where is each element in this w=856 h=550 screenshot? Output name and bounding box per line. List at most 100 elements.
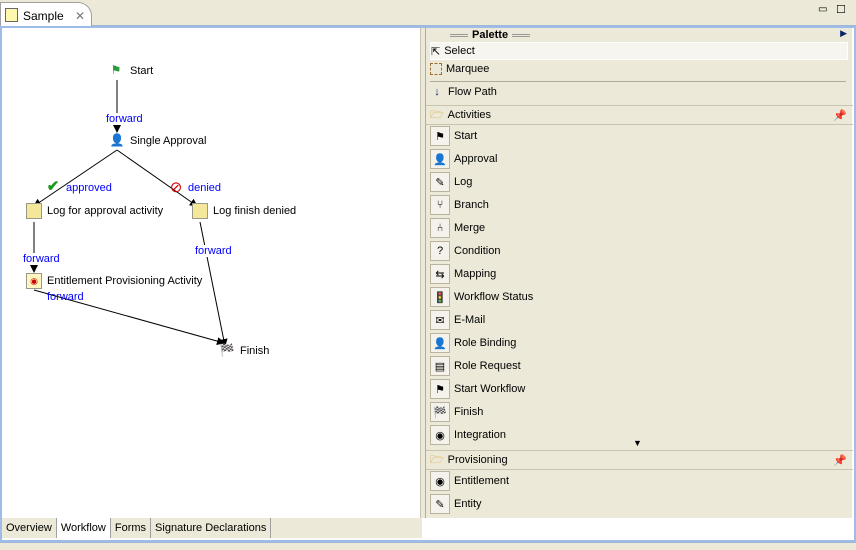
close-icon[interactable]: ✕ [75, 9, 85, 23]
node-log-denied[interactable]: Log finish denied [213, 205, 296, 217]
edge-label: forward [23, 253, 60, 265]
drawer-provisioning[interactable]: 🗁 Provisioning 📌 [426, 450, 853, 470]
palette-item-label: Role Request [454, 360, 521, 372]
palette-item-role-binding[interactable]: 👤 Role Binding [430, 332, 516, 354]
start-workflow-icon: ⚑ [430, 379, 450, 399]
palette-item-merge[interactable]: ⑃ Merge [430, 217, 485, 239]
mapping-icon: ⇆ [430, 264, 450, 284]
palette-item-label: Approval [454, 153, 498, 165]
tab-workflow[interactable]: Workflow [56, 518, 111, 538]
arrow-down-icon: ↓ [434, 86, 440, 98]
node-start[interactable]: Start [130, 65, 153, 77]
palette-item-label: E-Mail [454, 314, 486, 326]
approval-icon: 👤 [430, 149, 450, 169]
editor-tab-bar: Sample ✕ ▭ ☐ [0, 0, 856, 26]
tool-marquee[interactable]: Marquee [430, 60, 489, 78]
palette-item-condition[interactable]: ? Condition [430, 240, 500, 262]
palette-item-label: Mapping [454, 268, 497, 280]
workflow-status-icon: 🚦 [430, 287, 450, 307]
palette-item-workflow-status[interactable]: 🚦 Workflow Status [430, 286, 533, 308]
entitlement-icon: ◉ [26, 273, 42, 289]
node-entitlement[interactable]: Entitlement Provisioning Activity [47, 275, 202, 287]
palette-item-finish[interactable]: 🏁 Finish [430, 401, 483, 423]
palette-item-label: Log [454, 176, 473, 188]
tab-forms[interactable]: Forms [111, 518, 152, 538]
document-icon [5, 8, 18, 22]
palette-panel: Palette ▶ ⇱ Select Marquee ↓ Flow Path 🗁 Ac… [425, 28, 853, 518]
palette-item-role-request[interactable]: ▤ Role Request [430, 355, 521, 377]
palette-title: Palette [472, 29, 509, 41]
palette-item-entitlement[interactable]: ◉ Entitlement [430, 470, 509, 492]
palette-item-approval[interactable]: 👤 Approval [430, 148, 497, 170]
tool-label: Select [444, 45, 475, 57]
palette-item-log[interactable]: ✎ Log [430, 171, 472, 193]
palette-item-e-mail[interactable]: ✉ E-Mail [430, 309, 485, 331]
edge-label: forward [195, 245, 232, 257]
maximize-button[interactable]: ☐ [836, 3, 846, 16]
tool-label: Marquee [446, 63, 490, 75]
tool-flow-path[interactable]: ↓ Flow Path [430, 82, 497, 102]
scroll-down-arrow-icon[interactable]: ▼ [633, 438, 642, 448]
log-icon: ✎ [430, 172, 450, 192]
workflow-canvas[interactable]: ⚑ Start forward 👤 Single Approval ✔ appr… [2, 28, 420, 518]
pin-icon[interactable]: 📌 [833, 109, 847, 122]
role-binding-icon: 👤 [430, 333, 450, 353]
palette-item-branch[interactable]: ⑂ Branch [430, 194, 489, 216]
palette-item-label: Integration [454, 429, 506, 441]
palette-item-label: Workflow Status [454, 291, 534, 303]
drawer-label: Provisioning [447, 454, 508, 466]
marquee-icon [430, 63, 442, 75]
palette-item-label: Finish [454, 406, 484, 418]
pointer-icon: ⇱ [431, 45, 441, 58]
condition-icon: ? [430, 241, 450, 261]
edge-label: denied [188, 182, 222, 194]
tab-title: Sample [23, 9, 64, 23]
folder-icon: 🗁 [430, 453, 444, 466]
role-request-icon: ▤ [430, 356, 450, 376]
merge-icon: ⑃ [430, 218, 450, 238]
palette-header[interactable]: Palette ▶ [426, 28, 853, 42]
tab-signature-declarations[interactable]: Signature Declarations [151, 518, 272, 538]
check-icon: ✔ [46, 178, 60, 195]
tab-overview[interactable]: Overview [2, 518, 57, 538]
palette-item-mapping[interactable]: ⇆ Mapping [430, 263, 496, 285]
palette-item-label: Condition [454, 245, 501, 257]
palette-item-label: Start Workflow [454, 383, 526, 395]
node-log-approval[interactable]: Log for approval activity [47, 205, 163, 217]
folder-icon: 🗁 [430, 108, 444, 121]
editor-page-tabs: Overview Workflow Forms Signature Declar… [2, 518, 422, 538]
start-flag-icon: ⚑ [110, 63, 122, 77]
palette-item-start-workflow[interactable]: ⚑ Start Workflow [430, 378, 525, 400]
approval-user-icon: 👤 [109, 133, 125, 147]
status-bar [0, 542, 856, 550]
pin-icon[interactable]: 📌 [833, 454, 847, 467]
tool-label: Flow Path [448, 86, 497, 98]
log-icon [192, 203, 208, 219]
tab-sample[interactable]: Sample ✕ [0, 2, 92, 26]
start-icon: ⚑ [430, 126, 450, 146]
palette-item-label: Branch [454, 199, 489, 211]
palette-item-label: Entity [454, 498, 482, 510]
palette-item-entity[interactable]: ✎ Entity [430, 493, 482, 515]
branch-icon: ⑂ [430, 195, 450, 215]
palette-item-label: Entitlement [454, 475, 510, 487]
drawer-activities[interactable]: 🗁 Activities 📌 [426, 105, 853, 125]
palette-item-label: Start [454, 130, 478, 142]
drawer-label: Activities [447, 109, 492, 121]
palette-item-integration[interactable]: ◉ Integration [430, 424, 506, 446]
node-finish[interactable]: Finish [240, 345, 269, 357]
entitlement-icon: ◉ [430, 471, 450, 491]
finish-icon: 🏁 [430, 402, 450, 422]
denied-icon: ⊘ [169, 179, 183, 196]
integration-icon: ◉ [430, 425, 450, 445]
minimize-button[interactable]: ▭ [818, 4, 827, 15]
edges-layer [30, 80, 228, 347]
palette-item-label: Merge [454, 222, 486, 234]
palette-item-start[interactable]: ⚑ Start [430, 125, 477, 147]
edge-denied [116, 149, 198, 207]
edge-label: approved [66, 182, 112, 194]
palette-item-label: Role Binding [454, 337, 517, 349]
node-single-approval[interactable]: Single Approval [130, 135, 206, 147]
collapse-arrow-icon[interactable]: ▶ [840, 28, 847, 39]
tool-select[interactable]: ⇱ Select [430, 42, 848, 60]
